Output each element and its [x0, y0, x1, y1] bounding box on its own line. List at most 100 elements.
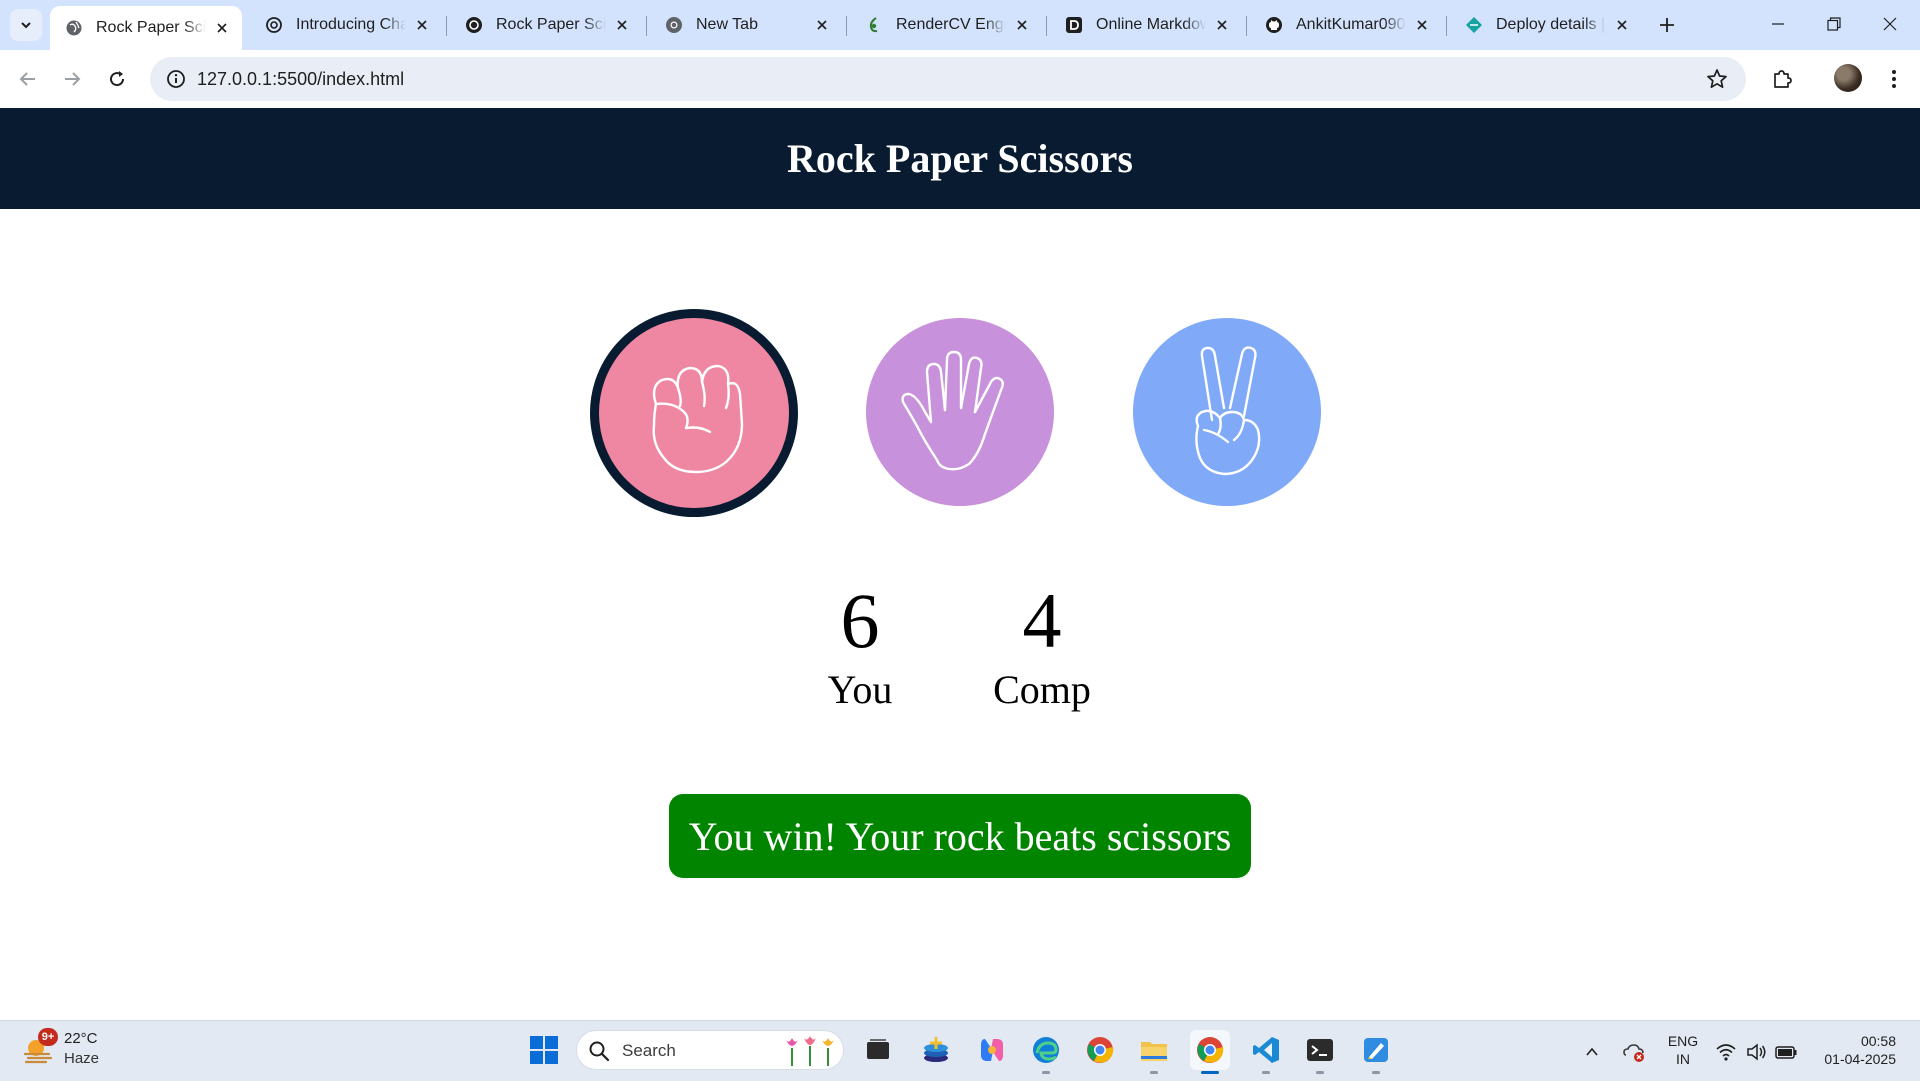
running-indicator — [1372, 1071, 1380, 1074]
show-hidden-icons-chevron-up-icon[interactable] — [1580, 1040, 1604, 1064]
netlify-icon — [1464, 15, 1484, 35]
close-icon[interactable] — [1612, 15, 1632, 35]
tulips-search-highlight-icon — [782, 1034, 842, 1068]
tab-rock-paper-scissors[interactable]: Rock Paper Scissors — [50, 6, 242, 50]
game-stack-icon — [924, 1037, 948, 1062]
tab-title: RenderCV Engine — [896, 16, 1006, 33]
globe-icon — [64, 18, 84, 38]
running-indicator-active — [1201, 1071, 1219, 1074]
language-code: ENG — [1667, 1033, 1699, 1049]
taskbar-edge[interactable] — [1026, 1030, 1066, 1070]
tab-search-button[interactable] — [10, 9, 42, 41]
paper-choice-button[interactable] — [866, 318, 1054, 506]
tab-title: Rock Paper Scissors — [496, 16, 606, 33]
system-clock[interactable]: 00:58 01-04-2025 — [1812, 1032, 1896, 1068]
taskbar-search-placeholder[interactable]: Search — [622, 1040, 676, 1062]
running-indicator — [1150, 1071, 1158, 1074]
tab-rendercv[interactable]: RenderCV Engine — [850, 6, 1042, 44]
running-indicator — [1042, 1071, 1050, 1074]
language-region: IN — [1676, 1051, 1690, 1067]
comp-score-label: Comp — [993, 667, 1091, 712]
task-view-button[interactable] — [858, 1030, 898, 1070]
rock-choice-button[interactable] — [590, 309, 798, 517]
taskbar-file-explorer[interactable] — [1134, 1030, 1174, 1070]
tab-title: Online Markdown — [1096, 16, 1206, 33]
taskbar-app-stack[interactable] — [916, 1030, 956, 1070]
clock-date: 01-04-2025 — [1824, 1051, 1896, 1067]
scissors-choice-button[interactable] — [1133, 318, 1321, 506]
copilot-icon — [981, 1039, 1003, 1061]
tab-title: AnkitKumar0907 — [1296, 16, 1406, 33]
taskbar-chrome-active[interactable] — [1190, 1030, 1230, 1070]
restore-icon — [1827, 17, 1841, 31]
taskbar-vscode[interactable] — [1246, 1030, 1286, 1070]
minimize-button[interactable] — [1750, 0, 1806, 48]
taskbar-paint[interactable] — [1356, 1030, 1396, 1070]
user-score-label: You — [827, 667, 893, 712]
clock-time: 00:58 — [1860, 1033, 1896, 1049]
new-tab-button[interactable] — [1652, 10, 1682, 40]
close-icon[interactable] — [212, 18, 232, 38]
reload-icon — [110, 71, 125, 87]
close-icon[interactable] — [1412, 15, 1432, 35]
page-title: Rock Paper Scissors — [787, 136, 1133, 181]
tab-separator — [846, 16, 847, 36]
paint-icon — [1364, 1038, 1388, 1062]
tab-introducing-chatgpt[interactable]: Introducing ChatGPT — [250, 6, 442, 44]
site-info-icon[interactable] — [164, 67, 188, 91]
volume-icon[interactable] — [1744, 1040, 1768, 1064]
windows-logo-icon — [530, 1036, 558, 1064]
close-icon[interactable] — [812, 15, 832, 35]
taskbar-terminal[interactable] — [1300, 1030, 1340, 1070]
restore-button[interactable] — [1806, 0, 1862, 48]
weather-description[interactable]: Haze — [64, 1050, 99, 1067]
comp-score: 4 Comp — [972, 576, 1112, 714]
close-icon[interactable] — [612, 15, 632, 35]
page-header: Rock Paper Scissors — [0, 108, 1920, 209]
close-icon[interactable] — [1012, 15, 1032, 35]
tab-netlify-deploy[interactable]: Deploy details | Netlify — [1450, 6, 1642, 44]
tab-rock-paper-scissors-chatgpt[interactable]: Rock Paper Scissors — [450, 6, 642, 44]
running-indicator — [1316, 1071, 1324, 1074]
chrome-icon — [664, 15, 684, 35]
folder-icon — [1141, 1042, 1167, 1061]
language-indicator[interactable]: ENG IN — [1665, 1032, 1701, 1068]
battery-icon[interactable] — [1774, 1040, 1798, 1064]
result-message: You win! Your rock beats scissors — [669, 794, 1251, 878]
user-score: 6 You — [800, 576, 920, 714]
extensions-puzzle-icon[interactable] — [1766, 63, 1798, 95]
onedrive-error-icon[interactable] — [1622, 1040, 1646, 1064]
taskbar-copilot[interactable] — [972, 1030, 1012, 1070]
back-button[interactable] — [12, 63, 44, 95]
tab-new-tab[interactable]: New Tab — [650, 6, 842, 44]
markdown-d-icon — [1064, 15, 1084, 35]
tab-title: Deploy details | Netlify — [1496, 16, 1606, 33]
tab-title: New Tab — [696, 16, 758, 33]
tab-online-markdown[interactable]: Online Markdown — [1050, 6, 1242, 44]
victory-hand-icon — [1195, 346, 1261, 476]
taskbar-chrome[interactable] — [1080, 1030, 1120, 1070]
tab-github[interactable]: AnkitKumar0907 — [1250, 6, 1442, 44]
vscode-icon — [1253, 1037, 1279, 1063]
reload-button[interactable] — [101, 63, 133, 95]
task-view-icon — [867, 1039, 889, 1059]
chevron-down-icon — [21, 22, 31, 29]
chrome-icon — [1197, 1037, 1224, 1063]
tab-separator — [1046, 16, 1047, 36]
close-icon[interactable] — [1212, 15, 1232, 35]
close-icon[interactable] — [412, 15, 432, 35]
forward-button[interactable] — [56, 63, 88, 95]
arrow-right-icon — [65, 72, 81, 86]
weather-temperature[interactable]: 22°C — [64, 1030, 98, 1047]
comp-score-value: 4 — [1022, 577, 1062, 664]
start-button[interactable] — [524, 1030, 564, 1070]
chrome-menu-icon[interactable] — [1880, 63, 1908, 95]
wifi-icon[interactable] — [1714, 1040, 1738, 1064]
tab-separator — [646, 16, 647, 36]
profile-avatar[interactable] — [1834, 64, 1862, 92]
url-text[interactable]: 127.0.0.1:5500/index.html — [197, 67, 404, 91]
bookmark-star-icon[interactable] — [1703, 65, 1731, 93]
running-indicator — [1262, 1071, 1270, 1074]
terminal-icon — [1307, 1039, 1333, 1061]
close-window-button[interactable] — [1862, 0, 1918, 48]
